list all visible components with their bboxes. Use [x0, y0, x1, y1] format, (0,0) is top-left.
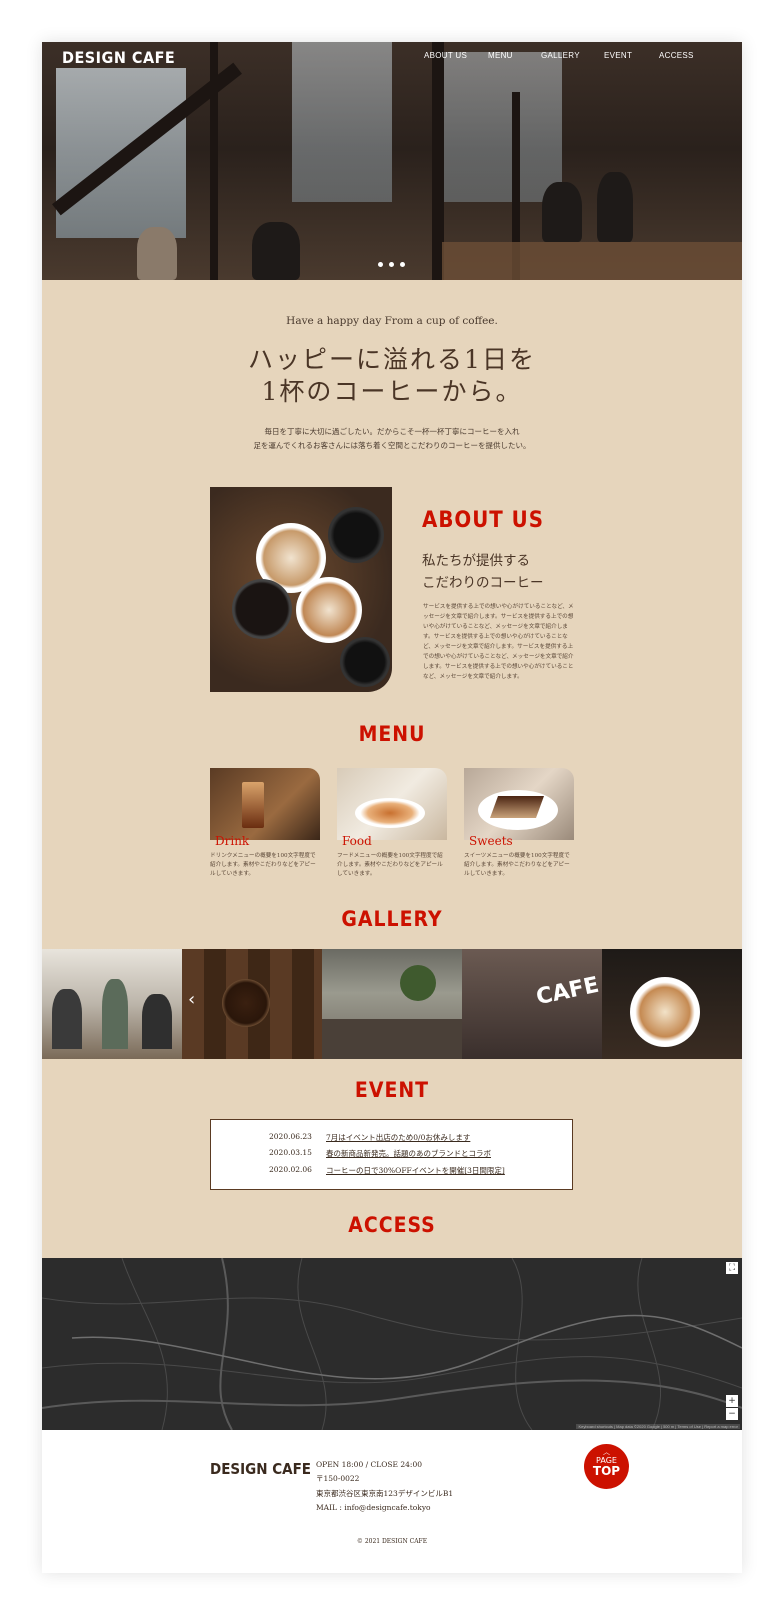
footer-logo[interactable]: DESIGN CAFE: [210, 1460, 311, 1478]
slider-dot-3[interactable]: [400, 262, 405, 267]
menu-title: MENU: [358, 722, 426, 746]
hero-beam: [210, 42, 218, 280]
iced-coffee-glass: [242, 782, 264, 828]
hero-person: [252, 222, 300, 280]
menu-name-food[interactable]: Food: [342, 834, 372, 848]
event-date: 2020.03.15: [269, 1148, 312, 1157]
copyright: © 2021 DESIGN CAFE: [356, 1538, 428, 1545]
about-subtitle: 私たちが提供する こだわりのコーヒー: [422, 550, 544, 594]
main-headline: ハッピーに溢れる1日を 1杯のコーヒーから。: [42, 344, 742, 408]
headline-line-2: 1杯のコーヒーから。: [261, 377, 523, 406]
hero-person: [542, 182, 582, 242]
map-zoom-in-button[interactable]: +: [726, 1395, 738, 1407]
cheesecake: [489, 796, 545, 818]
gallery-person: [52, 989, 82, 1049]
hero-window: [442, 52, 562, 202]
event-date: 2020.02.06: [269, 1165, 312, 1174]
gallery-person: [142, 994, 172, 1049]
cup: [340, 637, 390, 687]
nav-menu[interactable]: MENU: [488, 51, 513, 60]
access-title: ACCESS: [348, 1213, 436, 1237]
coffee-beans-bowl: [222, 979, 270, 1027]
gallery-title: GALLERY: [341, 907, 443, 931]
headline-line-1: ハッピーに溢れる1日を: [248, 345, 536, 374]
slider-dot-1[interactable]: [378, 262, 383, 267]
map-roads: [42, 1258, 742, 1430]
lead-line-2: 足を運んでくれるお客さんには落ち着く空間とこだわりのコーヒーを提供したい。: [253, 441, 531, 450]
event-link[interactable]: 7月はイベント出店のため0/0お休みします: [326, 1132, 470, 1143]
menu-name-drink[interactable]: Drink: [215, 834, 249, 848]
hero-window: [292, 42, 392, 202]
lead-text: 毎日を丁寧に大切に過ごしたい。だからこそ一杯一杯丁寧にコーヒーを入れ 足を運んで…: [42, 425, 742, 453]
footer-info: OPEN 18:00 / CLOSE 24:00 〒150-0022 東京都渋谷…: [316, 1458, 453, 1515]
footer-hours: OPEN 18:00 / CLOSE 24:00: [316, 1460, 423, 1469]
map-road: [637, 1258, 662, 1430]
cup: [328, 507, 384, 563]
lead-line-1: 毎日を丁寧に大切に過ごしたい。だからこそ一杯一杯丁寧にコーヒーを入れ: [264, 427, 520, 436]
about-subtitle-line-2: こだわりのコーヒー: [422, 575, 544, 591]
map-zoom-out-button[interactable]: −: [726, 1408, 738, 1420]
map-highway: [42, 1379, 742, 1409]
about-image: [210, 487, 392, 692]
footer: DESIGN CAFE OPEN 18:00 / CLOSE 24:00 〒15…: [42, 1430, 742, 1573]
page-container: DESIGN CAFE ABOUT US MENU GALLERY EVENT …: [42, 42, 742, 1573]
menu-image-drink[interactable]: [210, 768, 320, 840]
cafe-sign: CAFE: [534, 972, 602, 1011]
gallery-image-5[interactable]: [602, 949, 742, 1059]
slider-dot-2[interactable]: [389, 262, 394, 267]
latte-cup: [296, 577, 362, 643]
latte-art-cup: [630, 977, 700, 1047]
event-list: 2020.06.23 7月はイベント出店のため0/0お休みします 2020.03…: [210, 1119, 573, 1190]
menu-desc-drink: ドリンクメニューの概要を100文字程度で紹介します。素材やこだわりなどをアピール…: [210, 853, 316, 877]
footer-address: 東京都渋谷区東京南123デザインビルB1: [316, 1488, 454, 1498]
nav-about[interactable]: ABOUT US: [424, 51, 467, 60]
menu-name-sweets[interactable]: Sweets: [469, 834, 513, 848]
gallery-floor: [322, 1019, 462, 1059]
about-title: ABOUT US: [422, 508, 545, 533]
pasta-plate: [355, 798, 425, 828]
menu-image-sweets[interactable]: [464, 768, 574, 840]
gallery-image-4[interactable]: CAFE: [462, 949, 602, 1059]
hero-person: [137, 227, 177, 280]
menu-image-food[interactable]: [337, 768, 447, 840]
page-top-label-2: TOP: [592, 1464, 621, 1478]
nav-gallery[interactable]: GALLERY: [541, 51, 580, 60]
hero-person: [597, 172, 633, 242]
menu-desc-sweets: スイーツメニューの概要を100文字程度で紹介します。素材やこだわりなどをアピール…: [464, 853, 570, 877]
footer-zip: 〒150-0022: [316, 1474, 360, 1484]
gallery-image-3[interactable]: [322, 949, 462, 1059]
gallery-plant: [400, 965, 436, 1001]
event-link[interactable]: 春の新商品新発売。話題のあのブランドとコラボ: [326, 1148, 491, 1159]
chevron-up-icon: ︿: [603, 1448, 610, 1456]
hero-counter: [442, 242, 742, 280]
about-subtitle-line-1: 私たちが提供する: [422, 553, 530, 569]
event-link[interactable]: コーヒーの日で30%OFFイベントを開催[3日間限定]: [326, 1165, 505, 1176]
event-title: EVENT: [354, 1078, 430, 1102]
page-top-button[interactable]: ︿ PAGE TOP: [584, 1444, 629, 1489]
gallery-prev-arrow-icon[interactable]: ‹: [188, 989, 195, 1010]
gallery-image-2[interactable]: [182, 949, 322, 1059]
event-date: 2020.06.23: [269, 1132, 312, 1141]
map-fullscreen-icon[interactable]: ⛶: [726, 1262, 738, 1274]
menu-desc-food: フードメニューの概要を100文字程度で紹介します。素材やこだわりなどをアピールし…: [337, 853, 443, 877]
about-body: サービスを提供する上での想いや心がけていることなど、メッセージを文章で紹介します…: [423, 604, 574, 680]
footer-mail: MAIL : info@designcafe.tokyo: [316, 1502, 431, 1512]
nav-access[interactable]: ACCESS: [659, 51, 694, 60]
gallery-person: [102, 979, 128, 1049]
access-map[interactable]: ⛶ + − Keyboard shortcuts | Map data ©202…: [42, 1258, 742, 1430]
tagline: Have a happy day From a cup of coffee.: [286, 315, 498, 327]
map-road: [42, 1297, 742, 1341]
map-attribution[interactable]: Keyboard shortcuts | Map data ©2020 Goog…: [576, 1424, 740, 1429]
black-coffee-cup: [232, 579, 292, 639]
gallery-image-1[interactable]: [42, 949, 182, 1059]
nav-event[interactable]: EVENT: [604, 51, 632, 60]
hero-slider[interactable]: DESIGN CAFE ABOUT US MENU GALLERY EVENT …: [42, 42, 742, 280]
slider-dots: [378, 262, 405, 267]
site-logo[interactable]: DESIGN CAFE: [62, 48, 175, 67]
